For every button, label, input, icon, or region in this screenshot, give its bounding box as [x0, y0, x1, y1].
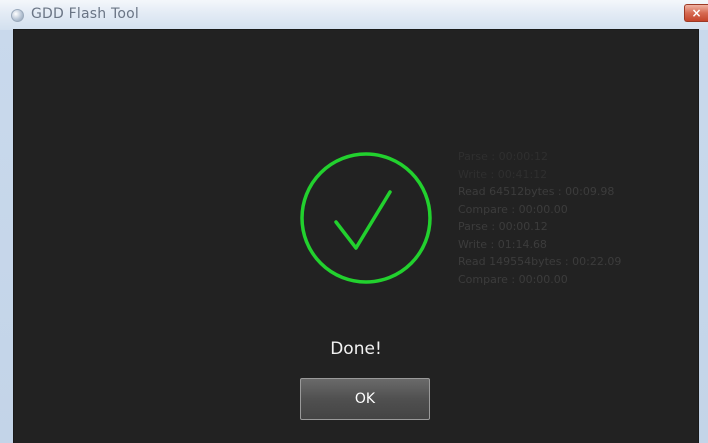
log-line: Parse : 00:00.12: [458, 220, 548, 233]
log-line: Compare : 00:00.00: [458, 272, 568, 286]
flash-log: Parse : 00:00:12 Write : 00:41:12 Read 6…: [458, 148, 621, 288]
app-window: GDD Flash Tool × Parse : 00:00:12 Write …: [0, 0, 708, 443]
log-line: Write : 00:41:12: [458, 167, 548, 181]
log-line: Compare : 00:00.00: [458, 202, 568, 216]
main-panel: Parse : 00:00:12 Write : 00:41:12 Read 6…: [14, 30, 698, 443]
status-message: Done!: [330, 339, 382, 359]
log-line: Read 64512bytes : 00:09.98: [458, 185, 615, 198]
title-bar[interactable]: GDD Flash Tool ×: [0, 0, 708, 30]
window-title: GDD Flash Tool: [31, 6, 139, 22]
checkmark-circle-icon: [298, 150, 434, 286]
checkmark-svg: [300, 152, 432, 284]
log-line: Read 149554bytes : 00:22.09: [458, 255, 622, 268]
success-ring: [300, 152, 432, 284]
log-line: Write : 01:14.68: [458, 237, 547, 251]
app-icon: [11, 9, 24, 22]
log-line: Parse : 00:00:12: [458, 150, 549, 163]
close-button[interactable]: ×: [684, 4, 708, 22]
close-icon: ×: [691, 6, 702, 20]
ok-button[interactable]: OK: [300, 378, 430, 420]
success-tick: [334, 190, 392, 250]
